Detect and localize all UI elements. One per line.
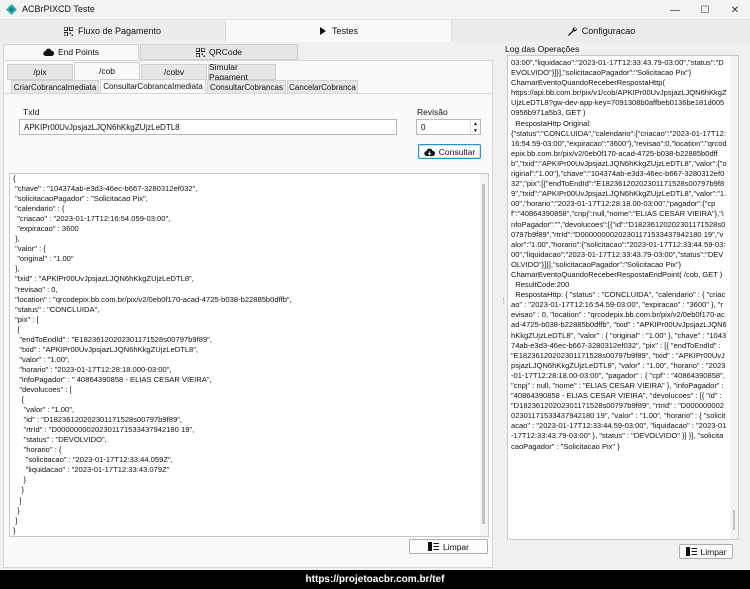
eraser-icon — [428, 542, 439, 551]
tab-label: Fluxo de Pagamento — [77, 26, 162, 36]
tab-label: /cobv — [163, 67, 185, 77]
tab-configuracao[interactable]: Configuracao — [452, 20, 750, 42]
footer-url[interactable]: https://projetoacbr.com.br/tef — [306, 574, 445, 585]
scrollbar-thumb[interactable] — [733, 510, 735, 530]
splitter-grip[interactable]: ⋮ — [500, 298, 507, 312]
tab-end-points[interactable]: End Points — [3, 44, 139, 60]
button-label: Limpar — [700, 546, 727, 557]
cloud-icon — [43, 48, 54, 56]
minimize-button[interactable]: — — [660, 0, 690, 20]
tab-cobv[interactable]: /cobv — [141, 64, 207, 80]
revisao-label: Revisão — [417, 107, 448, 117]
tab-label: Testes — [331, 26, 358, 36]
tab-label: ConsultarCobrancas — [210, 82, 283, 92]
txid-label: TxId — [23, 107, 40, 117]
tab-testes[interactable]: Testes — [226, 20, 452, 42]
result-json-text: { "chave" : "104374ab-e3d3-46ec-b667-328… — [13, 174, 292, 535]
consultar-button[interactable]: Consultar — [418, 144, 481, 159]
cloud-download-icon — [424, 148, 435, 156]
result-json-textarea[interactable]: { "chave" : "104374ab-e3d3-46ec-b667-328… — [9, 173, 489, 537]
tab-label: CancelarCobranca — [289, 82, 356, 92]
log-title: Log das Operações — [505, 44, 580, 54]
scrollbar-thumb[interactable] — [482, 184, 485, 524]
qr-code-icon — [63, 26, 73, 36]
tab-label: ConsultarCobrancaImediata — [103, 82, 203, 91]
limpar-log-button[interactable]: Limpar — [679, 544, 733, 559]
tab-consultar-cobrancas[interactable]: ConsultarCobrancas — [207, 80, 286, 94]
tab-label: Simular Pagament — [209, 62, 248, 82]
title-bar: ACBrPIXCD Teste — ☐ ✕ — [0, 0, 750, 20]
spin-up-icon[interactable]: ▲ — [470, 120, 480, 127]
tab-qrcode[interactable]: QRCode — [140, 44, 298, 60]
tab-pix[interactable]: /pix — [7, 64, 73, 80]
tab-cob[interactable]: /cob — [74, 62, 140, 80]
limpar-result-button[interactable]: Limpar — [409, 539, 488, 554]
tab-cancelar-cobranca[interactable]: CancelarCobranca — [287, 80, 358, 94]
tab-label: CriarCobrancaImediata — [13, 82, 97, 92]
wrench-icon — [567, 27, 577, 36]
play-icon — [319, 27, 326, 35]
result-scrollbar[interactable] — [480, 174, 488, 536]
txid-input[interactable] — [19, 119, 397, 135]
main-tab-bar: Fluxo de Pagamento Testes Configuracao — [0, 20, 750, 42]
tab-simular-pagamento[interactable]: Simular Pagament — [208, 62, 276, 82]
tab-consultar-cobranca-imediata[interactable]: ConsultarCobrancaImediata — [100, 79, 206, 94]
log-textarea[interactable]: 03:00","liquidacao":"2023-01-17T12:33:43… — [507, 55, 739, 540]
close-button[interactable]: ✕ — [720, 0, 750, 20]
footer-banner[interactable]: https://projetoacbr.com.br/tef — [0, 570, 750, 589]
maximize-icon: ☐ — [700, 4, 710, 16]
maximize-button[interactable]: ☐ — [690, 0, 720, 20]
minimize-icon: — — [670, 4, 680, 16]
window-title: ACBrPIXCD Teste — [22, 4, 95, 14]
tab-label: QRCode — [208, 47, 243, 57]
tab-label: /pix — [33, 67, 47, 77]
app-logo-icon — [6, 4, 17, 15]
tab-criar-cobranca-imediata[interactable]: CriarCobrancaImediata — [11, 80, 99, 94]
eraser-icon — [685, 547, 697, 556]
log-scrollbar[interactable] — [730, 56, 738, 539]
button-label: Limpar — [443, 541, 469, 552]
tab-label: End Points — [57, 47, 100, 57]
button-label: Consultar — [438, 146, 476, 157]
spin-down-icon[interactable]: ▼ — [470, 127, 480, 134]
log-text: 03:00","liquidacao":"2023-01-17T12:33:43… — [511, 58, 727, 451]
qr-code-icon — [195, 47, 205, 57]
tab-label: /cob — [98, 66, 116, 76]
tab-fluxo-de-pagamento[interactable]: Fluxo de Pagamento — [0, 20, 226, 42]
close-icon: ✕ — [730, 4, 740, 16]
tab-label: Configuracao — [581, 26, 636, 36]
